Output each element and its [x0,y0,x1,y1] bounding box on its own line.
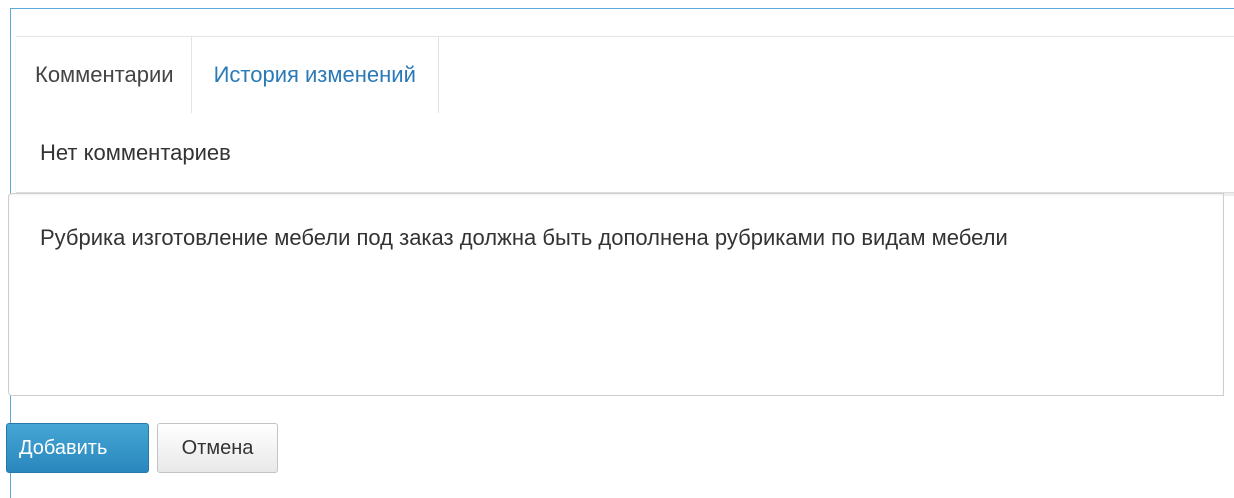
comments-panel: Комментарии История изменений Нет коммен… [16,36,1234,196]
add-button[interactable]: Добавить [6,423,149,473]
tab-change-history[interactable]: История изменений [190,37,439,113]
cancel-button[interactable]: Отмена [157,423,278,473]
no-comments-message: Нет комментариев [40,140,231,165]
tab-bar: Комментарии История изменений [16,37,439,113]
tab-comments[interactable]: Комментарии [16,37,191,113]
comment-input[interactable]: Рубрика изготовление мебели под заказ до… [8,193,1224,396]
